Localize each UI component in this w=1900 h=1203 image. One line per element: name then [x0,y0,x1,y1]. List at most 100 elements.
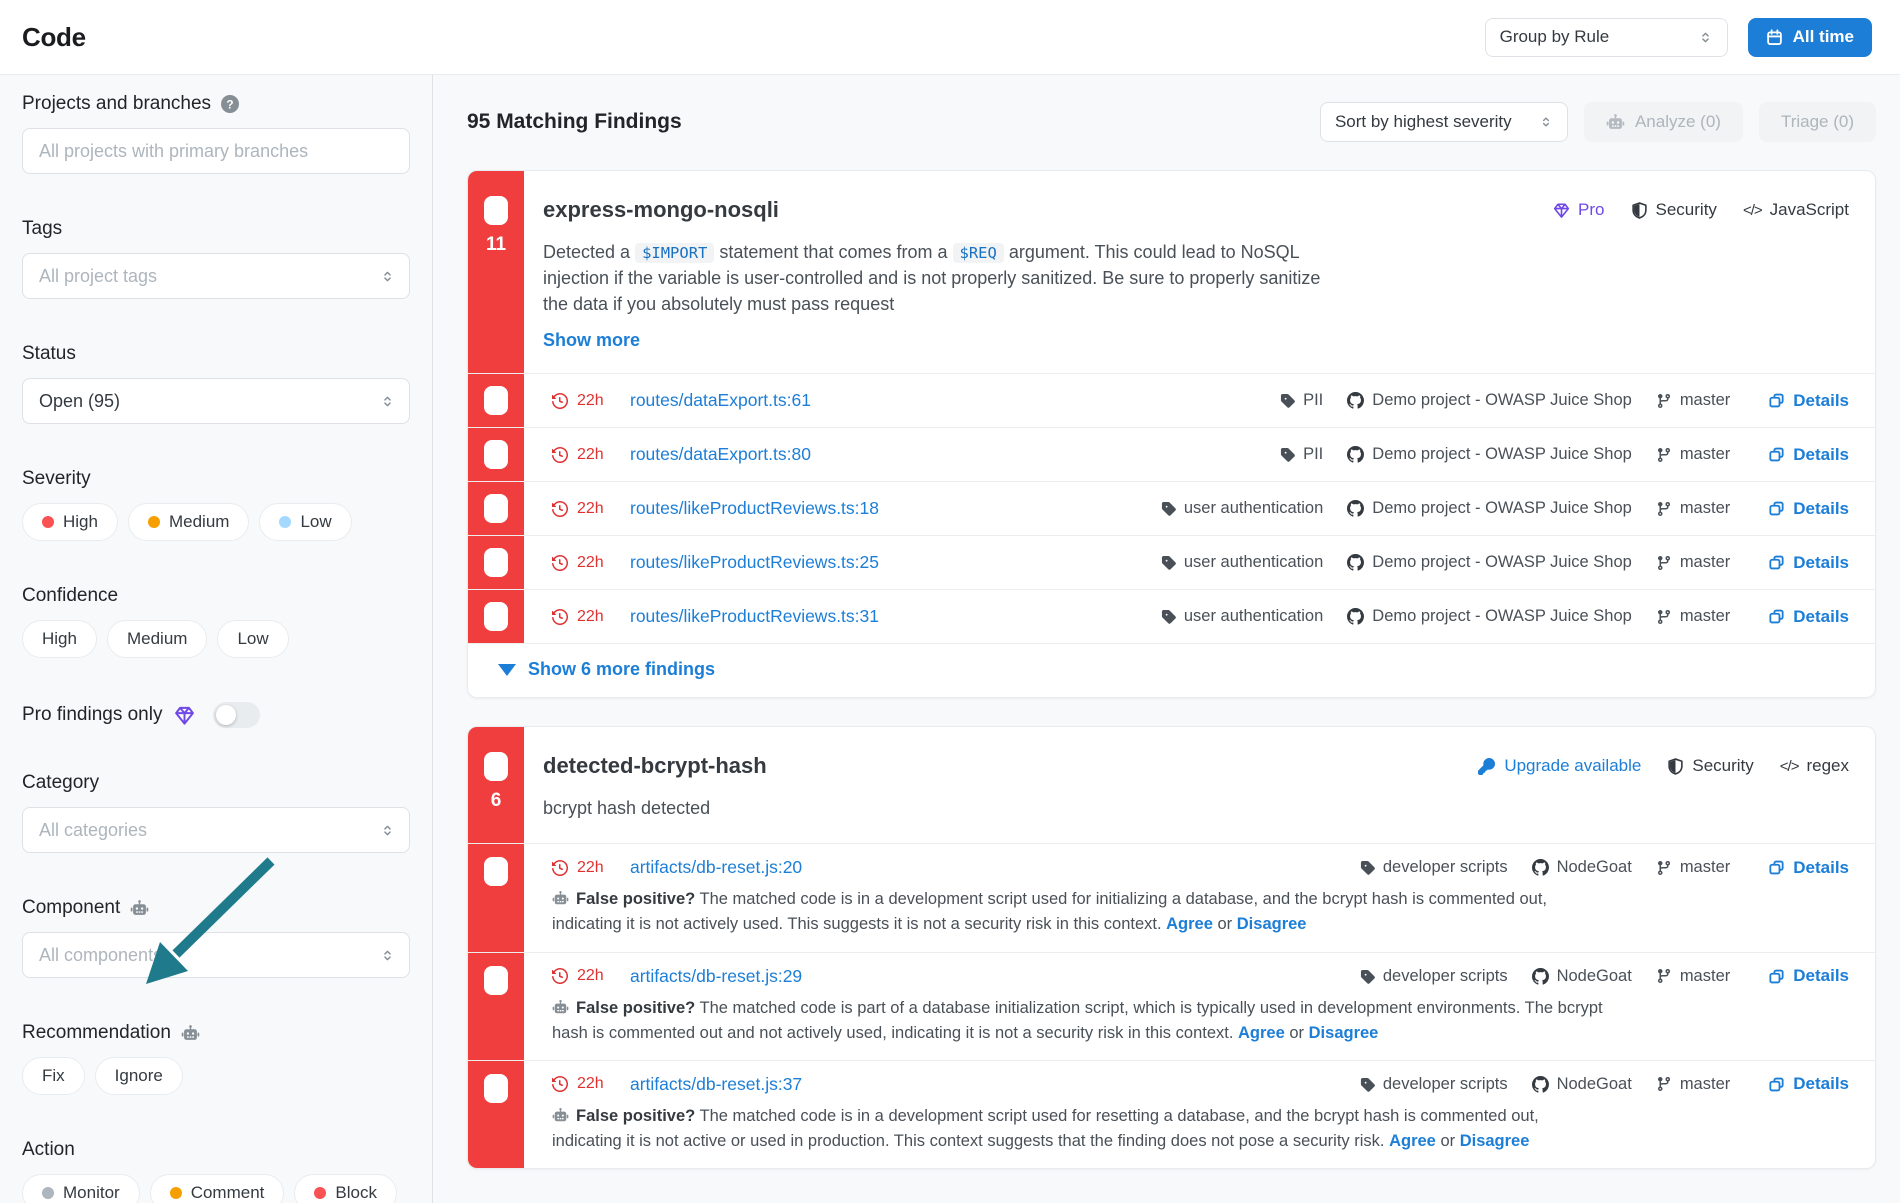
branch-icon [1656,968,1672,984]
severity-high-pill[interactable]: High [22,503,118,541]
severity-stripe: 6 [468,727,524,843]
key-icon [1478,758,1495,775]
pro-findings-toggle[interactable] [213,702,260,728]
group-checkbox[interactable] [484,196,508,225]
finding-tag: PII [1280,391,1323,410]
agree-link[interactable]: Agree [1166,915,1213,933]
group-checkbox[interactable] [484,752,508,781]
action-comment-pill[interactable]: Comment [150,1174,285,1203]
finding-file-link[interactable]: routes/likeProductReviews.ts:31 [630,606,879,627]
finding-file-link[interactable]: artifacts/db-reset.js:20 [630,857,802,878]
confidence-high-pill[interactable]: High [22,620,97,658]
time-filter-button[interactable]: All time [1748,18,1872,57]
finding-tag: developer scripts [1360,967,1508,986]
status-select[interactable]: Open (95) [22,378,410,424]
shield-icon [1631,202,1648,219]
disagree-link[interactable]: Disagree [1460,1132,1530,1150]
language-badge: </> regex [1780,756,1849,776]
details-link[interactable]: Details [1768,858,1849,878]
disagree-link[interactable]: Disagree [1309,1024,1379,1042]
findings-main: 95 Matching Findings Sort by highest sev… [433,75,1900,1203]
show-more-findings-link[interactable]: Show 6 more findings [468,643,1875,697]
finding-file-link[interactable]: artifacts/db-reset.js:37 [630,1074,802,1095]
robot-icon [552,999,569,1016]
help-icon[interactable] [221,95,239,113]
finding-file-link[interactable]: artifacts/db-reset.js:29 [630,966,802,987]
finding-file-link[interactable]: routes/dataExport.ts:80 [630,444,811,465]
action-block-pill[interactable]: Block [294,1174,397,1203]
confidence-low-pill[interactable]: Low [217,620,288,658]
project-name: Demo project - OWASP Juice Shop [1347,553,1632,572]
row-checkbox[interactable] [484,966,508,995]
chevron-updown-icon [380,823,395,838]
triage-button[interactable]: Triage (0) [1759,102,1876,142]
finding-tag: developer scripts [1360,858,1508,877]
details-link[interactable]: Details [1768,391,1849,411]
details-link[interactable]: Details [1768,607,1849,627]
category-select[interactable]: All categories [22,807,410,853]
branch-icon [1656,1076,1672,1092]
row-checkbox[interactable] [484,602,508,631]
finding-file-link[interactable]: routes/likeProductReviews.ts:25 [630,552,879,573]
tag-icon [1161,501,1176,516]
finding-tag: user authentication [1161,553,1323,572]
row-checkbox[interactable] [484,1074,508,1103]
analyze-button[interactable]: Analyze (0) [1584,102,1743,142]
history-icon [552,968,568,984]
details-link[interactable]: Details [1768,445,1849,465]
recommendation-fix-pill[interactable]: Fix [22,1057,85,1095]
agree-link[interactable]: Agree [1238,1024,1285,1042]
finding-group-card: 11 express-mongo-nosqli Pro Security [467,170,1876,698]
severity-medium-pill[interactable]: Medium [128,503,249,541]
severity-low-pill[interactable]: Low [259,503,351,541]
branch-name: master [1656,553,1730,572]
branch-name: master [1656,607,1730,626]
tags-select[interactable]: All project tags [22,253,410,299]
branch-name: master [1656,499,1730,518]
finding-row: 22h routes/likeProductReviews.ts:18 user… [468,481,1875,535]
finding-file-link[interactable]: routes/dataExport.ts:61 [630,390,811,411]
github-icon [1347,500,1364,517]
row-checkbox[interactable] [484,386,508,415]
history-icon [552,393,568,409]
component-select[interactable]: All components [22,932,410,978]
details-link[interactable]: Details [1768,1074,1849,1094]
finding-tag: PII [1280,445,1323,464]
upgrade-available-link[interactable]: Upgrade available [1478,756,1641,776]
row-checkbox[interactable] [484,548,508,577]
row-checkbox[interactable] [484,440,508,469]
group-by-select[interactable]: Group by Rule [1485,18,1728,57]
finding-file-link[interactable]: routes/likeProductReviews.ts:18 [630,498,879,519]
tags-select-placeholder: All project tags [39,266,157,287]
branch-name: master [1656,1075,1730,1094]
sort-select[interactable]: Sort by highest severity [1320,102,1568,142]
details-link[interactable]: Details [1768,966,1849,986]
github-icon [1347,608,1364,625]
details-link[interactable]: Details [1768,499,1849,519]
details-link[interactable]: Details [1768,553,1849,573]
branch-name: master [1656,445,1730,464]
robot-icon [181,1024,200,1043]
finding-tag: user authentication [1161,499,1323,518]
tag-icon [1360,860,1375,875]
recommendation-ignore-pill[interactable]: Ignore [95,1057,183,1095]
agree-link[interactable]: Agree [1389,1132,1436,1150]
tag-icon [1161,609,1176,624]
row-checkbox[interactable] [484,494,508,523]
branch-icon [1656,393,1672,409]
disagree-link[interactable]: Disagree [1237,915,1307,933]
action-monitor-pill[interactable]: Monitor [22,1174,140,1203]
category-filter-label: Category [22,772,99,794]
chevron-updown-icon [1539,115,1553,129]
show-more-link[interactable]: Show more [543,330,640,351]
rule-description: Detected a $IMPORT statement that comes … [543,239,1338,317]
project-name: NodeGoat [1532,1075,1632,1094]
row-checkbox[interactable] [484,857,508,886]
project-name: Demo project - OWASP Juice Shop [1347,391,1632,410]
projects-input[interactable] [22,128,410,174]
severity-stripe: 11 [468,171,524,373]
confidence-medium-pill[interactable]: Medium [107,620,207,658]
robot-icon [552,1107,569,1124]
component-filter-label: Component [22,897,120,919]
status-filter-label: Status [22,343,76,365]
